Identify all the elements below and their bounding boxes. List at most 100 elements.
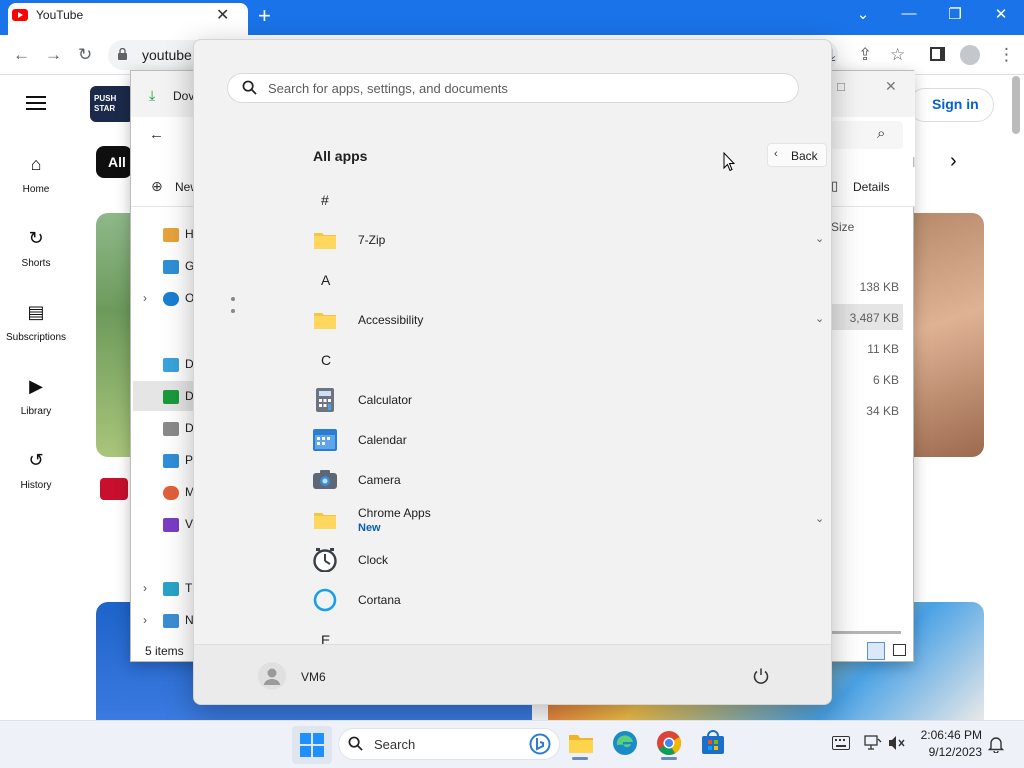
sidebar-item-network[interactable]: N	[163, 613, 194, 628]
nav-history[interactable]: ↺ History	[0, 450, 72, 491]
sidebar-item-videos[interactable]: V	[163, 517, 193, 532]
chrome-app-icon[interactable]	[656, 730, 682, 756]
power-icon[interactable]	[752, 667, 770, 685]
explorer-tab-title[interactable]: Dov	[173, 89, 194, 103]
scroll-indicator-icon[interactable]	[230, 296, 236, 314]
tab-search-icon[interactable]: ⌄	[853, 5, 873, 23]
sidebar-item-home[interactable]: H	[163, 227, 194, 242]
tab-close-icon[interactable]: ✕	[216, 5, 229, 25]
chip-all[interactable]: All	[96, 146, 132, 178]
share-icon[interactable]: ⇪	[858, 45, 872, 65]
user-avatar-icon[interactable]	[258, 662, 286, 690]
home-icon: ⌂	[30, 154, 42, 174]
nav-label: Shorts	[21, 258, 51, 269]
app-calendar[interactable]: Calendar	[313, 422, 813, 458]
nav-home[interactable]: ⌂ Home	[0, 154, 72, 195]
app-accessibility[interactable]: Accessibility ⌄	[313, 302, 824, 338]
restore-button[interactable]: ❐	[945, 5, 965, 23]
expand-chevron-icon[interactable]: ›	[143, 613, 147, 627]
chevron-right-icon[interactable]: ›	[950, 150, 957, 173]
cortana-icon	[313, 588, 337, 612]
plus-circle-icon: ⊕	[151, 178, 163, 194]
sidebar-item-music[interactable]: M	[163, 485, 195, 500]
forward-arrow-icon[interactable]: →	[45, 45, 62, 65]
nav-shorts[interactable]: ↻ Shorts	[0, 228, 72, 269]
app-camera[interactable]: Camera	[313, 462, 813, 498]
user-name[interactable]: VM6	[301, 670, 326, 684]
hamburger-menu-icon[interactable]	[26, 96, 46, 110]
details-button[interactable]: Details	[853, 180, 890, 194]
details-pane-icon: ▯	[831, 178, 839, 193]
bing-icon[interactable]	[529, 733, 551, 755]
app-calculator[interactable]: Calculator	[313, 382, 813, 418]
running-indicator	[661, 757, 677, 760]
sidebar-item-downloads[interactable]: D	[163, 389, 194, 404]
running-indicator	[572, 757, 588, 760]
page-scrollbar[interactable]	[1012, 76, 1020, 134]
sidebar-item-documents[interactable]: D	[163, 421, 194, 436]
app-7zip[interactable]: 7-Zip ⌄	[313, 222, 824, 258]
file-size: 6 KB	[872, 373, 899, 387]
expand-chevron-icon[interactable]: ›	[143, 581, 147, 595]
start-button[interactable]	[292, 726, 332, 764]
tab-title: YouTube	[36, 8, 84, 22]
calculator-icon	[316, 388, 334, 412]
tiles-view-icon[interactable]	[893, 644, 906, 656]
video-thumbnail[interactable]	[906, 213, 984, 457]
nav-subscriptions[interactable]: ▤ Subscriptions	[0, 302, 72, 343]
letter-header-c[interactable]: C	[321, 352, 331, 368]
app-cortana[interactable]: Cortana	[313, 582, 813, 618]
new-tab-button[interactable]: +	[258, 3, 271, 29]
notification-bell-icon[interactable]	[988, 735, 1004, 753]
taskbar-date[interactable]: 9/12/2023	[918, 745, 982, 759]
sidebar-item-gallery[interactable]: G	[163, 259, 194, 274]
horizontal-scrollbar[interactable]	[831, 631, 901, 634]
back-arrow-icon[interactable]: ←	[13, 45, 30, 65]
taskbar-search-box[interactable]	[338, 728, 560, 760]
new-badge: New	[358, 522, 381, 534]
profile-avatar-icon[interactable]	[960, 45, 980, 65]
back-arrow-icon[interactable]: ←	[149, 126, 164, 143]
app-clock[interactable]: Clock	[313, 542, 813, 578]
clock-icon	[313, 548, 337, 572]
url-text[interactable]: youtube	[142, 47, 192, 63]
mouse-cursor-icon	[723, 152, 735, 172]
app-chrome-apps[interactable]: Chrome Apps New ⌄	[313, 502, 824, 538]
expand-chevron-icon[interactable]: ›	[143, 291, 147, 305]
size-column-header[interactable]: Size	[831, 220, 854, 234]
letter-header-a[interactable]: A	[321, 272, 330, 288]
channel-avatar[interactable]	[100, 478, 128, 500]
close-icon[interactable]: ✕	[885, 78, 897, 95]
network-icon[interactable]	[864, 735, 882, 751]
download-folder-icon: ⤓	[149, 87, 156, 103]
file-explorer-app-icon[interactable]	[568, 730, 594, 756]
store-app-icon[interactable]	[700, 730, 726, 756]
nav-library[interactable]: ▶ Library	[0, 376, 72, 417]
explorer-search-box[interactable]	[831, 121, 903, 149]
details-view-icon[interactable]	[867, 642, 885, 660]
chevron-down-icon[interactable]: ⌄	[815, 312, 824, 325]
sidebar-item-pictures[interactable]: P	[163, 453, 193, 468]
sidebar-item-desktop[interactable]: D	[163, 357, 194, 372]
volume-muted-icon[interactable]	[888, 735, 906, 751]
side-panel-icon[interactable]	[930, 47, 945, 61]
desktop-icon	[163, 357, 179, 372]
minimize-button[interactable]: —	[899, 5, 919, 22]
sidebar-item-onedrive[interactable]: O	[163, 291, 194, 306]
nav-label: Library	[20, 406, 52, 417]
bookmark-star-icon[interactable]: ☆	[890, 45, 905, 65]
keyboard-icon[interactable]	[832, 736, 850, 750]
chevron-down-icon[interactable]: ⌄	[815, 232, 824, 245]
chevron-down-icon[interactable]: ⌄	[815, 512, 824, 525]
search-icon	[242, 80, 257, 95]
reload-icon[interactable]: ↻	[78, 45, 92, 65]
channel-logo[interactable]: PUSH STAR	[90, 86, 134, 122]
sidebar-item-this-pc[interactable]: T	[163, 581, 192, 596]
edge-app-icon[interactable]	[612, 730, 638, 756]
maximize-icon[interactable]: □	[837, 79, 845, 94]
start-menu: Search for apps, settings, and documents…	[193, 39, 832, 705]
close-window-button[interactable]: ✕	[991, 5, 1011, 23]
taskbar-time[interactable]: 2:06:46 PM	[918, 728, 982, 742]
letter-header-hash[interactable]: #	[321, 192, 329, 208]
kebab-menu-icon[interactable]: ⋮	[998, 45, 1015, 65]
